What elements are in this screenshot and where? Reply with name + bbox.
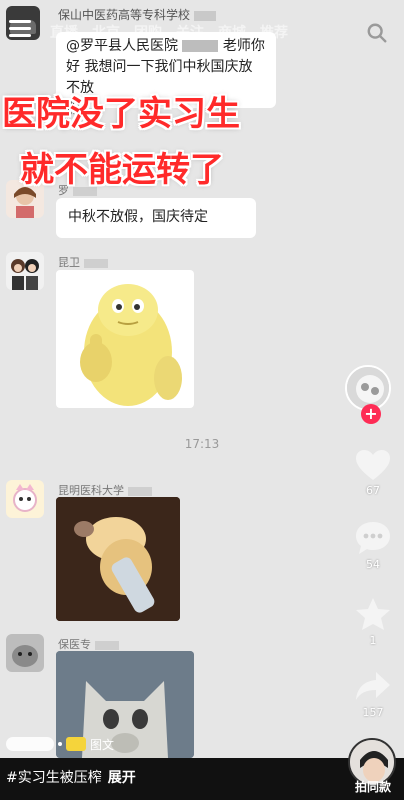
- sender-name: 昆明医科大学: [58, 482, 152, 498]
- sender-name: 昆卫: [58, 254, 108, 270]
- avatar[interactable]: [6, 634, 44, 672]
- comment-button[interactable]: 54: [347, 520, 399, 571]
- share-arrow-icon: [356, 672, 390, 700]
- heart-icon: [356, 450, 390, 480]
- like-count: 67: [366, 484, 380, 497]
- hashtag-link[interactable]: #实习生被压榨: [6, 770, 102, 786]
- message-text: @罗平县人民医院: [66, 38, 178, 54]
- avatar[interactable]: [6, 480, 44, 518]
- favorite-button[interactable]: 1: [347, 596, 399, 647]
- sticker-image[interactable]: [56, 270, 194, 408]
- avatar[interactable]: [6, 252, 44, 290]
- overlay-caption-2: 就不能运转了: [20, 150, 224, 190]
- comment-count: 54: [366, 558, 380, 571]
- overlay-caption-1: 医院没了实习生: [2, 94, 240, 134]
- message-text: 老师你: [222, 38, 265, 54]
- star-icon: [356, 598, 390, 630]
- share-button[interactable]: 157: [347, 670, 399, 719]
- expand-button[interactable]: 展开: [108, 770, 136, 786]
- group-name: 保山中医药高等专科学校: [58, 6, 217, 23]
- share-count: 157: [362, 706, 384, 719]
- author-name-blurred[interactable]: [6, 737, 54, 751]
- favorite-count: 1: [369, 634, 377, 647]
- photo-image[interactable]: [56, 497, 180, 621]
- same-style-button[interactable]: 拍同款: [344, 778, 402, 795]
- message-bubble-reply: 中秋不放假，国庆待定: [56, 198, 256, 238]
- comment-icon: [356, 522, 390, 554]
- search-icon[interactable]: [366, 22, 388, 44]
- timestamp: 17:13: [184, 437, 220, 451]
- image-text-label: 图文: [90, 737, 115, 752]
- caption-line: #实习生被压榨 展开: [6, 767, 136, 787]
- follow-button[interactable]: +: [361, 404, 381, 424]
- post-meta: 图文: [6, 734, 114, 754]
- group-name-text: 保山中医药高等专科学校: [58, 8, 191, 22]
- like-button[interactable]: 67: [347, 448, 399, 497]
- separator-dot: [58, 742, 62, 746]
- menu-icon[interactable]: [9, 20, 31, 38]
- sender-name: 保医专: [58, 636, 119, 652]
- message-text: 中秋不放假，国庆待定: [68, 209, 208, 225]
- image-text-tag-icon: [66, 737, 86, 751]
